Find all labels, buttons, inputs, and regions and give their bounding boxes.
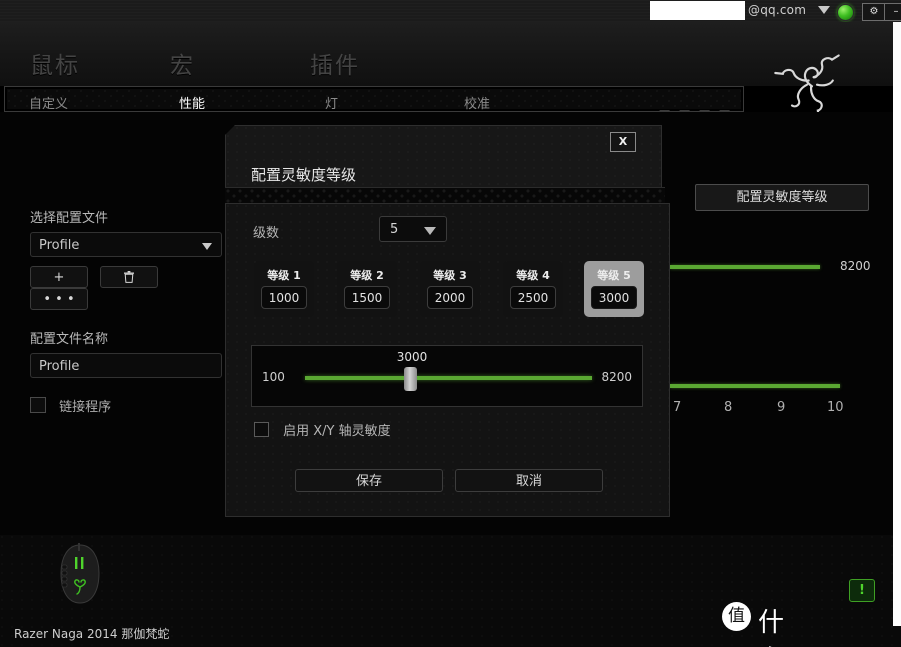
- stage-label: 等级 1: [267, 269, 301, 282]
- delete-profile-button[interactable]: [100, 266, 159, 288]
- dialog-body: 级数 5 等级 1 1000 等级 2 1500 等级 3 2000 等级 4 …: [225, 203, 670, 517]
- notification-icon[interactable]: !: [849, 579, 875, 602]
- slider-track[interactable]: [305, 376, 592, 380]
- configure-sensitivity-stages-dialog: 配置灵敏度等级 X 级数 5 等级 1 1000 等级 2 1500 等级 3 …: [225, 125, 670, 517]
- stage-value-input[interactable]: 2500: [510, 286, 556, 309]
- sub-tab-performance[interactable]: 性能: [179, 93, 205, 112]
- profile-name-input[interactable]: Profile: [30, 353, 222, 378]
- levels-select-value: 5: [390, 222, 399, 237]
- nav-tab-mouse[interactable]: 鼠标: [30, 46, 80, 80]
- slider-max-label: 8200: [601, 370, 632, 384]
- enable-xy-sensitivity-row[interactable]: 启用 X/Y 轴灵敏度: [254, 420, 391, 439]
- sub-nav-bar: 自定义 性能 灯 校准: [4, 86, 744, 112]
- slider-min-label: 100: [262, 370, 285, 384]
- gear-icon[interactable]: ⚙: [862, 3, 886, 21]
- stage-card-2[interactable]: 等级 2 1500: [337, 261, 397, 317]
- window-right-edge: [893, 22, 901, 626]
- profile-name-label: 配置文件名称: [30, 332, 109, 347]
- levels-label: 级数: [253, 226, 280, 241]
- razer-logo-icon: [774, 54, 840, 118]
- stage-card-1[interactable]: 等级 1 1000: [254, 261, 314, 317]
- cancel-button[interactable]: 取消: [455, 469, 603, 492]
- minimize-button[interactable]: –: [884, 3, 901, 21]
- axis-tick-8: 8: [724, 400, 733, 415]
- watermark-logo-icon: 值: [722, 602, 751, 631]
- redacted-account-field: [650, 1, 745, 20]
- nav-tab-macro[interactable]: 宏: [170, 46, 195, 80]
- watermark-text: 什么值得买: [758, 608, 786, 647]
- link-program-checkbox[interactable]: [30, 397, 46, 413]
- stage-label: 等级 5: [597, 269, 631, 282]
- chevron-down-icon: [202, 243, 212, 250]
- slider-value-label: 3000: [396, 350, 428, 364]
- chevron-down-icon: [424, 227, 436, 235]
- profile-action-buttons: + • • •: [30, 266, 230, 310]
- stage-label: 等级 4: [516, 269, 550, 282]
- select-profile-label: 选择配置文件: [30, 211, 109, 226]
- online-status-icon[interactable]: [837, 4, 854, 21]
- axis-tick-7: 7: [673, 400, 682, 415]
- stage-card-5[interactable]: 等级 5 3000: [584, 261, 644, 317]
- stage-value-input[interactable]: 3000: [591, 286, 637, 309]
- enable-xy-sensitivity-label: 启用 X/Y 轴灵敏度: [283, 424, 391, 439]
- dialog-title: 配置灵敏度等级: [251, 166, 357, 184]
- title-bar: @qq.com ⚙ – X: [0, 0, 901, 22]
- profile-select[interactable]: Profile: [30, 232, 222, 257]
- razer-synapse-window: @qq.com ⚙ – X 鼠标 宏 插件 自定义 性能: [0, 0, 901, 647]
- profile-panel: 选择配置文件 Profile + • • • 配置文件名称 Profile 链接…: [30, 207, 230, 415]
- stage-value-input[interactable]: 1500: [344, 286, 390, 309]
- nav-tab-addons[interactable]: 插件: [310, 46, 360, 80]
- trash-icon: [124, 271, 135, 283]
- dialog-header: 配置灵敏度等级 X: [225, 125, 662, 193]
- mouse-device-image: [60, 543, 100, 604]
- profile-name-value: Profile: [39, 359, 80, 374]
- save-button[interactable]: 保存: [295, 469, 443, 492]
- link-program-label: 链接程序: [59, 400, 112, 415]
- link-program-row[interactable]: 链接程序: [30, 396, 230, 415]
- profile-select-value: Profile: [39, 238, 80, 253]
- configure-stages-button[interactable]: 配置灵敏度等级: [695, 184, 869, 211]
- stage-value-input[interactable]: 2000: [427, 286, 473, 309]
- levels-select[interactable]: 5: [379, 216, 447, 242]
- device-name-label: Razer Naga 2014 那伽梵蛇: [14, 627, 170, 641]
- chevron-down-icon[interactable]: [818, 6, 830, 14]
- account-email: @qq.com: [748, 3, 807, 17]
- stage-card-3[interactable]: 等级 3 2000: [420, 261, 480, 317]
- sub-tab-calibration[interactable]: 校准: [464, 93, 490, 112]
- add-profile-button[interactable]: +: [30, 266, 88, 288]
- axis-tick-10: 10: [827, 400, 844, 415]
- axis-tick-9: 9: [777, 400, 786, 415]
- sub-nav-inner: 自定义 性能 灯 校准: [7, 89, 741, 112]
- enable-xy-sensitivity-checkbox[interactable]: [254, 422, 269, 437]
- more-profile-button[interactable]: • • •: [30, 288, 88, 310]
- sensitivity-bar-upper[interactable]: [670, 265, 820, 269]
- stage-value-input[interactable]: 1000: [261, 286, 307, 309]
- main-nav-bar: 鼠标 宏 插件: [0, 22, 901, 132]
- sub-tab-lighting[interactable]: 灯: [325, 93, 338, 112]
- sensitivity-slider-panel: 100 8200 3000: [251, 345, 643, 407]
- stage-label: 等级 2: [350, 269, 384, 282]
- stage-card-4[interactable]: 等级 4 2500: [503, 261, 563, 317]
- stage-label: 等级 3: [433, 269, 467, 282]
- sensitivity-max-value: 8200: [840, 259, 871, 273]
- slider-thumb[interactable]: [404, 367, 417, 391]
- close-icon[interactable]: X: [610, 132, 636, 152]
- sensitivity-bar-lower[interactable]: [670, 384, 840, 388]
- sub-tab-customize[interactable]: 自定义: [29, 93, 68, 112]
